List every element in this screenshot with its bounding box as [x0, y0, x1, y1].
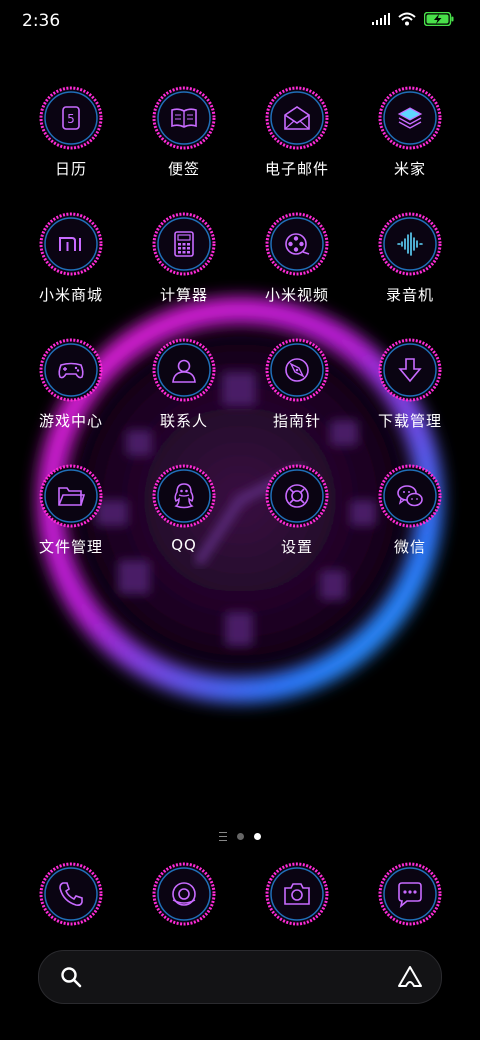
app-contacts[interactable]: 联系人: [128, 338, 240, 450]
app-label: 游戏中心: [38, 412, 103, 430]
mijia-icon: [397, 107, 423, 129]
app-label: QQ: [171, 536, 197, 554]
signal-icon: [372, 13, 390, 25]
app-label: 微信: [393, 538, 426, 556]
battery-charging-icon: [424, 12, 454, 26]
app-label: 电子邮件: [264, 160, 329, 178]
app-calendar[interactable]: 5 日历: [15, 86, 127, 198]
app-label: 录音机: [385, 286, 434, 304]
dock-messages[interactable]: [354, 862, 466, 934]
app-label: 指南针: [272, 412, 321, 430]
status-bar: 2:36: [0, 0, 480, 44]
dock-browser[interactable]: [128, 862, 240, 934]
dock-phone[interactable]: [15, 862, 127, 934]
app-label: 下载管理: [377, 412, 442, 430]
email-icon: [284, 106, 310, 130]
mi-store-icon: [59, 237, 81, 251]
app-game-center[interactable]: 游戏中心: [15, 338, 127, 450]
calculator-icon: [174, 231, 194, 257]
app-qq[interactable]: QQ: [128, 464, 240, 576]
status-time: 2:36: [22, 11, 61, 31]
app-calculator[interactable]: 计算器: [128, 212, 240, 324]
app-label: 计算器: [159, 286, 208, 304]
app-label: 文件管理: [38, 538, 103, 556]
folder-icon: [58, 487, 85, 506]
app-label: 米家: [393, 160, 426, 178]
settings-icon: [285, 484, 309, 508]
app-mijia[interactable]: 米家: [354, 86, 466, 198]
download-icon: [398, 358, 422, 383]
browser-icon: [172, 882, 196, 906]
app-label: 设置: [280, 538, 313, 556]
status-icons: [372, 12, 454, 26]
app-label: 小米视频: [264, 286, 329, 304]
recorder-icon: [397, 232, 423, 256]
wechat-icon: [397, 485, 423, 507]
video-icon: [285, 233, 310, 255]
app-label: 日历: [54, 160, 87, 178]
compass-icon: [285, 358, 309, 382]
camera-icon: [284, 883, 310, 905]
dock: [0, 862, 480, 934]
page-indicator-list-icon[interactable]: [219, 831, 227, 841]
search-icon[interactable]: [59, 965, 83, 989]
gamepad-icon: [58, 362, 84, 379]
app-settings[interactable]: 设置: [241, 464, 353, 576]
app-label: 小米商城: [38, 286, 103, 304]
contacts-icon: [172, 359, 196, 383]
phone-icon: [59, 882, 83, 906]
app-compass[interactable]: 指南针: [241, 338, 353, 450]
app-label: 联系人: [159, 412, 208, 430]
messages-icon: [398, 882, 422, 908]
page-dot-active[interactable]: [254, 832, 261, 840]
app-email[interactable]: 电子邮件: [241, 86, 353, 198]
app-downloads[interactable]: 下载管理: [354, 338, 466, 450]
search-bar[interactable]: [38, 950, 442, 1004]
app-label: 便签: [167, 160, 200, 178]
page-dot[interactable]: [237, 832, 244, 840]
app-file-manager[interactable]: 文件管理: [15, 464, 127, 576]
dock-camera[interactable]: [241, 862, 353, 934]
calendar-icon: 5: [62, 106, 80, 130]
calendar-day: 5: [67, 112, 75, 126]
page-indicator: [0, 828, 480, 844]
app-notes[interactable]: 便签: [128, 86, 240, 198]
app-mi-store[interactable]: 小米商城: [15, 212, 127, 324]
notes-icon: [171, 108, 197, 128]
wifi-icon: [398, 12, 416, 26]
qq-icon: [174, 483, 194, 509]
app-recorder[interactable]: 录音机: [354, 212, 466, 324]
app-mi-video[interactable]: 小米视频: [241, 212, 353, 324]
search-input[interactable]: [95, 963, 389, 993]
assistant-icon[interactable]: [397, 964, 423, 990]
app-wechat[interactable]: 微信: [354, 464, 466, 576]
